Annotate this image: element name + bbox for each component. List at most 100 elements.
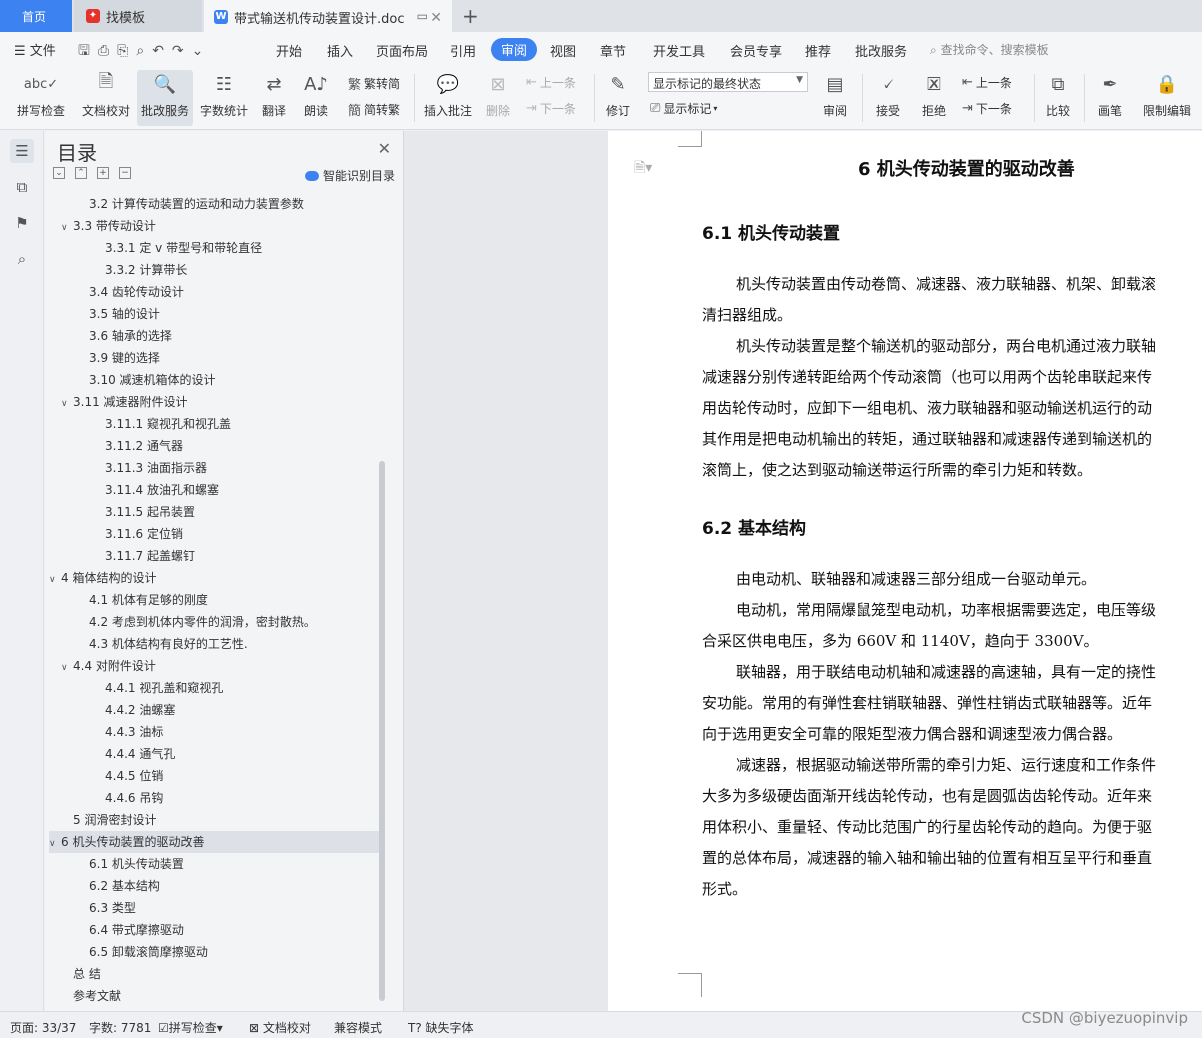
- toc-item[interactable]: 总 结: [49, 963, 379, 985]
- next-change-button[interactable]: ⇥ 下一条: [962, 100, 1012, 117]
- chevron-down-icon[interactable]: ∨: [49, 569, 61, 591]
- customize-icon[interactable]: ⌄: [192, 43, 212, 59]
- paragraph-menu-icon[interactable]: 🗎▾: [634, 157, 652, 181]
- search-icon[interactable]: ⌕: [10, 247, 34, 271]
- tab-home[interactable]: 首页: [0, 0, 72, 32]
- toc-item[interactable]: 3.10 减速机箱体的设计: [49, 369, 379, 391]
- toc-item[interactable]: 3.2 计算传动装置的运动和动力装置参数: [49, 193, 379, 215]
- toc-item[interactable]: 4.4.4 通气孔: [49, 743, 379, 765]
- toc-item[interactable]: 3.11.1 窥视孔和视孔盖: [49, 413, 379, 435]
- toc-item[interactable]: 6.5 卸载滚筒摩擦驱动: [49, 941, 379, 963]
- chapter-nav-icon[interactable]: ⧉: [10, 175, 34, 199]
- next-comment-button[interactable]: ⇥ 下一条: [526, 100, 576, 117]
- print-icon[interactable]: ⎘: [117, 43, 136, 59]
- toc-item[interactable]: 参考文献: [49, 985, 379, 1007]
- status-spellcheck[interactable]: ☑拼写检查▾: [158, 1019, 223, 1036]
- toc-item[interactable]: ∨ 4.4 对附件设计: [49, 655, 379, 677]
- toc-item[interactable]: 3.9 键的选择: [49, 347, 379, 369]
- review-pane-button[interactable]: ▤ 审阅: [816, 70, 854, 119]
- toc-item[interactable]: 3.6 轴承的选择: [49, 325, 379, 347]
- toc-item[interactable]: ∨ 4 箱体结构的设计: [49, 567, 379, 589]
- grading-button[interactable]: 🔍 批改服务: [137, 70, 193, 126]
- export-pdf-icon[interactable]: ⎙: [98, 43, 117, 59]
- file-menu[interactable]: ☰ 文件: [14, 40, 56, 59]
- menu-developer[interactable]: 开发工具: [653, 41, 705, 60]
- toc-item[interactable]: ∨ 3.11 减速器附件设计: [49, 391, 379, 413]
- menu-references[interactable]: 引用: [450, 41, 476, 60]
- accept-button[interactable]: 🗸 接受: [870, 70, 906, 119]
- trad-to-simp-button[interactable]: 繁繁转简: [348, 74, 400, 93]
- toc-item[interactable]: ∨ 3.3 带传动设计: [49, 215, 379, 237]
- toc-item[interactable]: 6.2 基本结构: [49, 875, 379, 897]
- track-changes-button[interactable]: ✎ 修订: [600, 70, 636, 119]
- toc-item[interactable]: 5 润滑密封设计: [49, 809, 379, 831]
- bookmark-icon[interactable]: ⚑: [10, 211, 34, 235]
- toc-item[interactable]: 4.4.2 油螺塞: [49, 699, 379, 721]
- doc-proof-button[interactable]: 🗎 文档校对: [80, 70, 132, 119]
- insert-comment-button[interactable]: 💬 插入批注: [422, 70, 474, 119]
- redo-icon[interactable]: ↷: [172, 43, 192, 59]
- toc-item[interactable]: 3.11.6 定位销: [49, 523, 379, 545]
- smart-toc-button[interactable]: 智能识别目录: [304, 167, 395, 184]
- word-count-button[interactable]: ☷ 字数统计: [198, 70, 250, 119]
- toc-item[interactable]: 3.11.5 起吊装置: [49, 501, 379, 523]
- show-markup-button[interactable]: ⎚ 显示标记 ▾: [650, 100, 717, 117]
- toc-item[interactable]: 4.3 机体结构有良好的工艺性.: [49, 633, 379, 655]
- compare-button[interactable]: ⧉ 比较: [1040, 70, 1076, 119]
- collapse-all-icon[interactable]: ⌄: [53, 167, 65, 179]
- status-doc-proof[interactable]: ⊠ 文档校对: [249, 1019, 311, 1036]
- menu-review[interactable]: 审阅: [491, 38, 538, 61]
- toc-item[interactable]: 4.4.3 油标: [49, 721, 379, 743]
- page-indicator[interactable]: 页面: 33/37: [10, 1019, 76, 1036]
- prev-comment-button[interactable]: ⇤ 上一条: [526, 74, 576, 91]
- add-heading-icon[interactable]: +: [97, 167, 109, 179]
- prev-change-button[interactable]: ⇤ 上一条: [962, 74, 1012, 91]
- chevron-down-icon[interactable]: ∨: [49, 833, 61, 855]
- toc-scrollbar[interactable]: [379, 461, 385, 1001]
- toc-item[interactable]: 4.4.6 吊钩: [49, 787, 379, 809]
- menu-layout[interactable]: 页面布局: [376, 41, 428, 60]
- menu-view[interactable]: 视图: [550, 41, 576, 60]
- menu-chapter[interactable]: 章节: [600, 41, 626, 60]
- save-icon[interactable]: 🖫: [78, 43, 98, 59]
- toc-item[interactable]: 3.11.2 通气器: [49, 435, 379, 457]
- toc-nav-icon[interactable]: ☰: [10, 139, 34, 163]
- simp-to-trad-button[interactable]: 簡简转繁: [348, 100, 400, 119]
- undo-icon[interactable]: ↶: [152, 43, 172, 59]
- menu-grading[interactable]: 批改服务: [855, 41, 907, 60]
- expand-all-icon[interactable]: ⌃: [75, 167, 87, 179]
- ink-button[interactable]: ✒ 画笔: [1094, 70, 1126, 119]
- menu-recommend[interactable]: 推荐: [805, 41, 831, 60]
- missing-font[interactable]: T? 缺失字体: [408, 1019, 474, 1036]
- restrict-edit-button[interactable]: 🔒 限制编辑: [1140, 70, 1194, 119]
- toc-item[interactable]: 4.4.1 视孔盖和窥视孔: [49, 677, 379, 699]
- toc-item[interactable]: 3.11.7 起盖螺钉: [49, 545, 379, 567]
- delete-comment-button[interactable]: ⊠ 删除: [480, 70, 516, 119]
- toc-item[interactable]: 6.3 类型: [49, 897, 379, 919]
- window-mode-icon[interactable]: ▭: [417, 9, 428, 23]
- toc-item[interactable]: 4.2 考虑到机体内零件的润滑，密封散热。: [49, 611, 379, 633]
- new-tab-button[interactable]: +: [462, 4, 479, 28]
- remove-heading-icon[interactable]: −: [119, 167, 131, 179]
- toc-item[interactable]: 3.3.1 定 v 带型号和带轮直径: [49, 237, 379, 259]
- translate-button[interactable]: ⇄ 翻译: [256, 70, 292, 119]
- command-search[interactable]: ⌕ 查找命令、搜索模板: [930, 41, 1049, 58]
- menu-insert[interactable]: 插入: [327, 41, 353, 60]
- markup-mode-select[interactable]: 显示标记的最终状态 ▼: [648, 72, 808, 92]
- print-preview-icon[interactable]: ⌕: [136, 43, 152, 59]
- word-count[interactable]: 字数: 7781: [89, 1019, 151, 1036]
- chevron-down-icon[interactable]: ∨: [61, 393, 73, 415]
- menu-member[interactable]: 会员专享: [730, 41, 782, 60]
- read-aloud-button[interactable]: A♪ 朗读: [300, 70, 332, 119]
- toc-item[interactable]: 3.11.3 油面指示器: [49, 457, 379, 479]
- toc-item[interactable]: 3.5 轴的设计: [49, 303, 379, 325]
- toc-item[interactable]: 6.1 机头传动装置: [49, 853, 379, 875]
- menu-start[interactable]: 开始: [276, 41, 302, 60]
- toc-item[interactable]: 4.1 机体有足够的刚度: [49, 589, 379, 611]
- toc-item[interactable]: 3.4 齿轮传动设计: [49, 281, 379, 303]
- tab-document[interactable]: W 带式输送机传动装置设计.doc ▭ ✕: [204, 0, 452, 32]
- document-page[interactable]: 🗎▾ 6 机头传动装置的驱动改善 6.1 机头传动装置 6.2 基本结构 机头传…: [608, 131, 1202, 1011]
- chevron-down-icon[interactable]: ∨: [61, 217, 73, 239]
- toc-item[interactable]: 3.3.2 计算带长: [49, 259, 379, 281]
- reject-button[interactable]: 🗷 拒绝: [916, 70, 952, 119]
